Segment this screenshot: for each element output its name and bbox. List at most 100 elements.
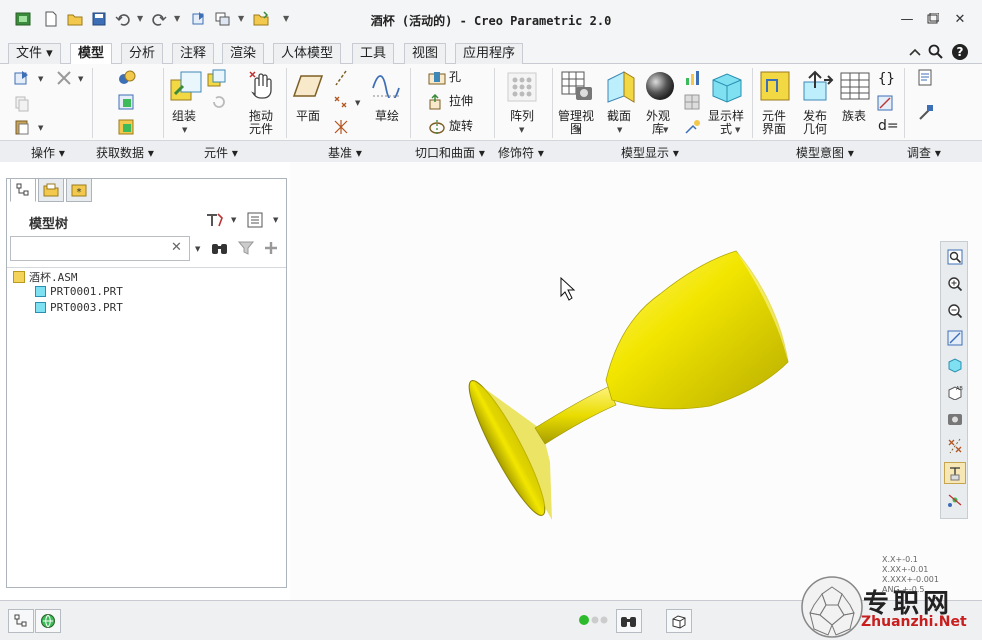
- tab-manikin[interactable]: 人体模型: [273, 43, 342, 64]
- annotation-display-icon[interactable]: [944, 462, 966, 484]
- display-style-icon[interactable]: [709, 70, 743, 107]
- view-manager-icon[interactable]: [944, 408, 966, 430]
- pattern-dropdown-icon[interactable]: ▼: [519, 126, 524, 134]
- section-icon[interactable]: [604, 70, 638, 107]
- bill-of-materials-icon[interactable]: [917, 69, 935, 90]
- parameters-icon[interactable]: {}: [877, 69, 895, 90]
- tree-item-assembly[interactable]: 酒杯.ASM: [13, 269, 78, 285]
- group-component[interactable]: 元件 ▾: [204, 144, 238, 161]
- tree-search-input[interactable]: [11, 237, 166, 259]
- point-dropdown-icon[interactable]: ▼: [355, 99, 360, 107]
- tab-analysis[interactable]: 分析: [121, 43, 164, 64]
- add-filter-icon[interactable]: [263, 240, 279, 259]
- minimize-ribbon-icon[interactable]: [906, 43, 924, 61]
- reference-viewer-icon[interactable]: [917, 104, 935, 125]
- group-modifiers[interactable]: 修饰符 ▾: [498, 144, 544, 161]
- relations-label[interactable]: d=: [878, 119, 899, 133]
- manage-views-dropdown-icon[interactable]: ▼: [576, 126, 581, 134]
- saved-orientations-icon[interactable]: AB: [944, 381, 966, 403]
- datum-display-icon[interactable]: [944, 435, 966, 457]
- hole-icon[interactable]: [428, 70, 446, 89]
- show-filters-icon[interactable]: [247, 212, 265, 231]
- section-dropdown-icon[interactable]: ▼: [617, 126, 622, 134]
- search-icon[interactable]: [927, 43, 945, 61]
- user-defined-feature-icon[interactable]: [118, 69, 136, 90]
- point-icon[interactable]: [333, 94, 351, 113]
- extrude-icon[interactable]: [428, 93, 446, 113]
- tab-view[interactable]: 视图: [404, 43, 447, 64]
- coordinate-system-icon[interactable]: [333, 119, 351, 138]
- assemble-icon[interactable]: [169, 70, 203, 107]
- manage-views-icon[interactable]: [560, 70, 594, 107]
- appearance-gallery-icon[interactable]: [644, 70, 676, 105]
- assemble-dropdown-icon[interactable]: ▼: [182, 126, 187, 134]
- refit-icon[interactable]: [944, 246, 966, 268]
- paste-dropdown-icon[interactable]: ▼: [38, 124, 43, 132]
- filter-icon[interactable]: [237, 240, 255, 259]
- graphics-window[interactable]: [290, 162, 982, 600]
- group-get-data[interactable]: 获取数据 ▾: [96, 144, 154, 161]
- group-investigate[interactable]: 调查 ▾: [907, 144, 941, 161]
- find-icon[interactable]: [211, 240, 229, 259]
- tree-settings-icon[interactable]: [205, 212, 225, 231]
- sketch-icon[interactable]: [371, 72, 401, 101]
- toggle-browser-icon[interactable]: [35, 609, 61, 633]
- pattern-icon[interactable]: [507, 72, 537, 105]
- scene-icon[interactable]: [684, 119, 702, 138]
- repeat-icon[interactable]: [210, 94, 226, 113]
- tab-model-tree[interactable]: [10, 178, 36, 202]
- tree-item-part[interactable]: PRT0001.PRT: [35, 285, 123, 298]
- selection-filter-icon[interactable]: [666, 609, 692, 633]
- tab-file[interactable]: 文件 ▾: [8, 43, 61, 64]
- create-component-icon[interactable]: [207, 69, 227, 92]
- search-dropdown-icon[interactable]: ▼: [195, 245, 200, 253]
- shrinkwrap-icon[interactable]: [118, 119, 136, 140]
- revolve-icon[interactable]: [428, 119, 446, 138]
- tab-render[interactable]: 渲染: [222, 43, 265, 64]
- spin-center-icon[interactable]: [944, 489, 966, 511]
- group-cuts-surfaces[interactable]: 切口和曲面 ▾: [415, 144, 485, 161]
- grid-icon[interactable]: [684, 94, 700, 113]
- regenerate-dropdown-icon[interactable]: ▼: [38, 75, 43, 83]
- minimize-icon[interactable]: —: [898, 11, 916, 27]
- tree-item-part[interactable]: PRT0003.PRT: [35, 301, 123, 314]
- display-bars-icon[interactable]: [684, 70, 700, 89]
- tab-favorites[interactable]: *: [66, 178, 92, 202]
- help-icon[interactable]: ?: [951, 43, 969, 61]
- tab-folder-browser[interactable]: [38, 178, 64, 202]
- display-style-view-icon[interactable]: [944, 354, 966, 376]
- tree-search-field[interactable]: ✕: [10, 236, 190, 261]
- paste-icon[interactable]: [14, 119, 30, 138]
- show-filters-dropdown-icon[interactable]: ▼: [273, 216, 278, 224]
- regenerate-icon[interactable]: [14, 70, 32, 89]
- switch-dimensions-icon[interactable]: [877, 94, 895, 115]
- display-style-dropdown-icon[interactable]: ▼: [735, 126, 740, 134]
- tab-model[interactable]: 模型: [70, 43, 113, 65]
- toggle-navigator-icon[interactable]: [8, 609, 34, 633]
- delete-icon[interactable]: [56, 70, 72, 89]
- appearance-dropdown-icon[interactable]: ▼: [663, 126, 668, 134]
- tab-annotate[interactable]: 注释: [172, 43, 215, 64]
- find-status-icon[interactable]: [616, 609, 642, 633]
- plane-icon[interactable]: [292, 74, 324, 101]
- component-interface-icon[interactable]: [759, 70, 793, 107]
- zoom-in-icon[interactable]: [944, 273, 966, 295]
- drag-components-icon[interactable]: [247, 70, 277, 103]
- repaint-icon[interactable]: [944, 327, 966, 349]
- group-datum[interactable]: 基准 ▾: [328, 144, 362, 161]
- zoom-out-icon[interactable]: [944, 300, 966, 322]
- group-model-display[interactable]: 模型显示 ▾: [621, 144, 679, 161]
- copy-geometry-icon[interactable]: [118, 94, 136, 115]
- tab-applications[interactable]: 应用程序: [455, 43, 524, 64]
- axis-icon[interactable]: [333, 70, 349, 89]
- group-model-intent[interactable]: 模型意图 ▾: [796, 144, 854, 161]
- close-icon[interactable]: ✕: [951, 11, 969, 27]
- tab-tools[interactable]: 工具: [352, 43, 395, 64]
- tree-settings-dropdown-icon[interactable]: ▼: [231, 216, 236, 224]
- clear-search-icon[interactable]: ✕: [171, 240, 182, 255]
- delete-dropdown-icon[interactable]: ▼: [78, 75, 83, 83]
- wine-glass-model[interactable]: [290, 162, 982, 600]
- group-operations[interactable]: 操作 ▾: [31, 144, 65, 161]
- restore-icon[interactable]: [924, 11, 942, 27]
- publish-geometry-icon[interactable]: [800, 70, 834, 107]
